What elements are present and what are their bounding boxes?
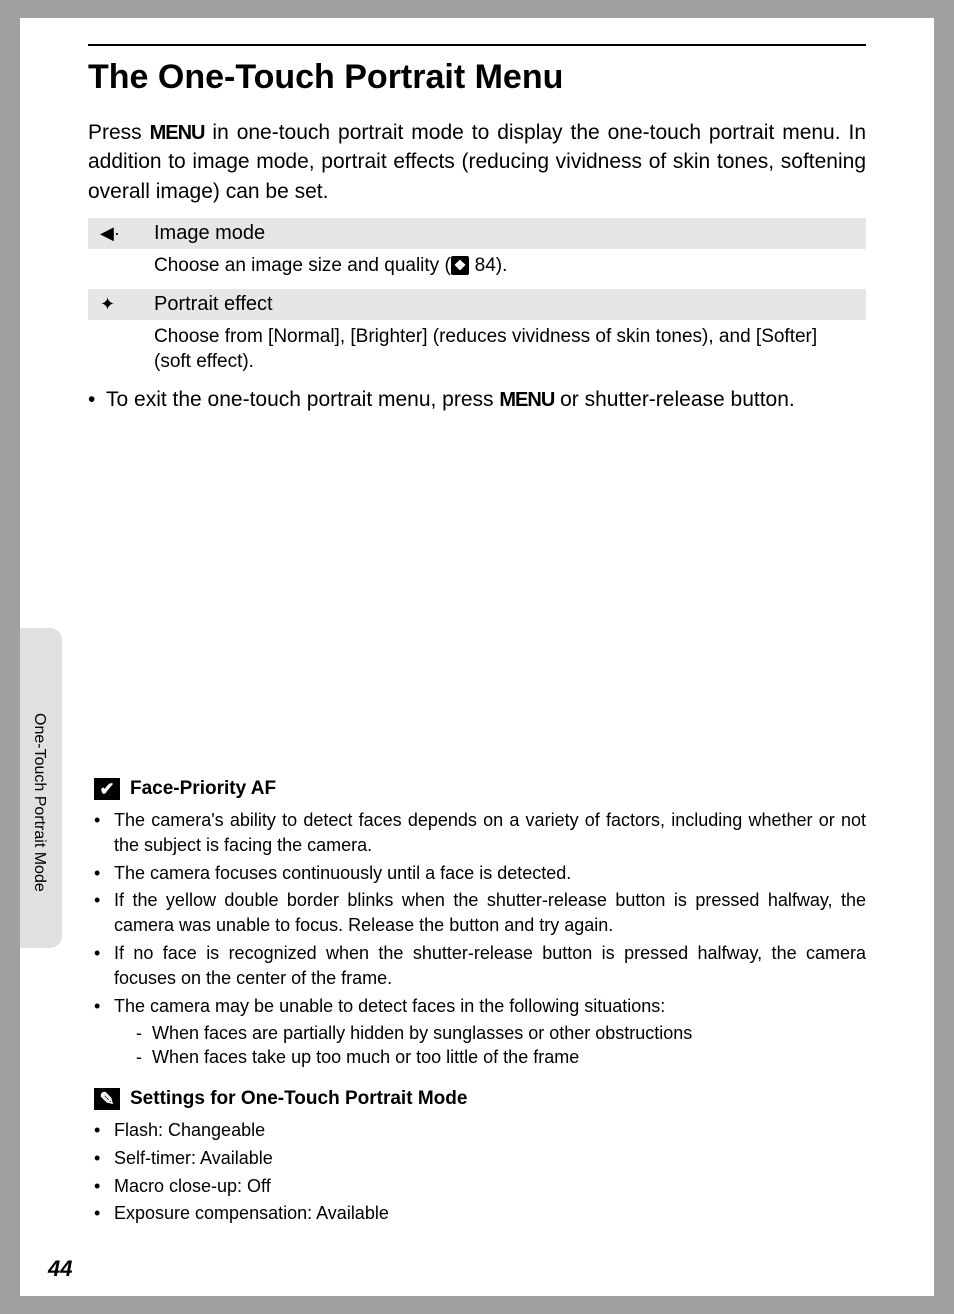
list-item: If no face is recognized when the shutte… [94,941,866,991]
cross-ref-icon: ❖ [451,256,470,275]
exit-text-pre: To exit the one-touch portrait menu, pre… [106,388,499,411]
header-rule [88,44,866,46]
bullet-icon: • [88,388,106,412]
menu-glyph: MENU [150,122,205,144]
option-row-header: ◀· Image mode [88,218,866,249]
exit-text-post: or shutter-release button. [554,388,794,411]
sub-list: When faces are partially hidden by sungl… [114,1021,866,1071]
check-icon: ✔ [94,778,120,800]
note-heading: ✔ Face-Priority AF [94,778,866,800]
option-description: Choose an image size and quality (❖ 84). [88,249,866,289]
options-table: ◀· Image mode Choose an image size and q… [88,218,866,385]
note-title: Settings for One-Touch Portrait Mode [130,1088,467,1110]
pencil-icon: ✎ [94,1088,120,1110]
list-item: If the yellow double border blinks when … [94,888,866,938]
intro-paragraph: Press MENU in one-touch portrait mode to… [88,118,866,206]
list-item: Self-timer: Available [94,1146,866,1171]
portrait-effect-icon: ✦ [100,294,154,315]
option-desc-text: Choose from [Normal], [Brighter] (reduce… [154,326,817,373]
list-item: Macro close-up: Off [94,1174,866,1199]
option-desc-text: Choose an image size and quality ( [154,255,451,276]
exit-instruction: •To exit the one-touch portrait menu, pr… [88,388,866,412]
intro-text-pre: Press [88,121,150,144]
intro-text-post: in one-touch portrait mode to display th… [88,121,866,203]
page-title: The One-Touch Portrait Menu [88,58,563,97]
list-item: The camera may be unable to detect faces… [94,994,866,1070]
list-item-text: The camera may be unable to detect faces… [114,996,665,1016]
option-description: Choose from [Normal], [Brighter] (reduce… [88,320,866,385]
list-item: Exposure compensation: Available [94,1201,866,1226]
note-settings: ✎ Settings for One-Touch Portrait Mode F… [94,1088,866,1229]
list-item: The camera's ability to detect faces dep… [94,808,866,858]
note-list: The camera's ability to detect faces dep… [94,808,866,1070]
menu-glyph: MENU [499,389,554,411]
image-mode-icon: ◀· [100,223,154,244]
sub-list-item: When faces take up too much or too littl… [136,1045,866,1070]
list-item: The camera focuses continuously until a … [94,861,866,886]
option-label: Portrait effect [154,293,273,316]
note-heading: ✎ Settings for One-Touch Portrait Mode [94,1088,866,1110]
manual-page: The One-Touch Portrait Menu Press MENU i… [20,18,934,1296]
list-item: Flash: Changeable [94,1118,866,1143]
option-row-header: ✦ Portrait effect [88,289,866,320]
note-title: Face-Priority AF [130,778,276,800]
page-number: 44 [48,1256,72,1282]
option-label: Image mode [154,222,265,245]
sub-list-item: When faces are partially hidden by sungl… [136,1021,866,1046]
cross-ref-page: 84). [469,255,507,276]
note-face-priority-af: ✔ Face-Priority AF The camera's ability … [94,778,866,1073]
side-chapter-label: One-Touch Portrait Mode [30,713,48,892]
note-list: Flash: Changeable Self-timer: Available … [94,1118,866,1226]
